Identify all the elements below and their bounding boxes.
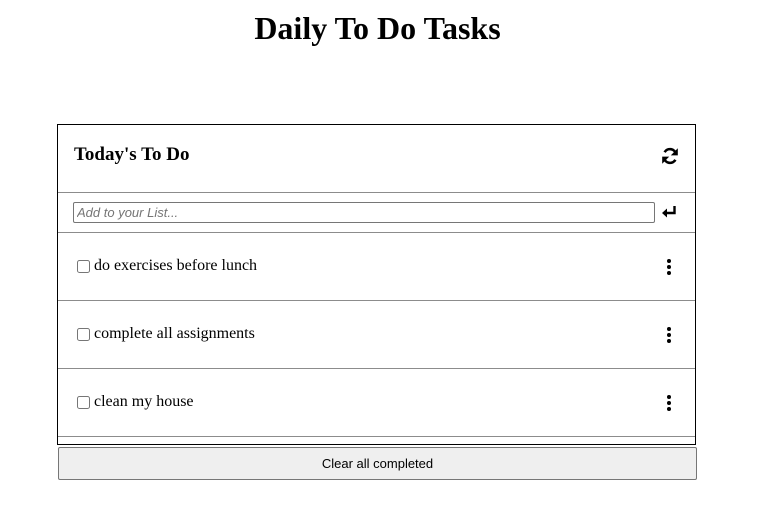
add-task-input[interactable]: [73, 202, 655, 223]
task-item: do exercises before lunch: [58, 233, 695, 301]
vertical-ellipsis-icon[interactable]: [663, 325, 675, 345]
add-task-row: [58, 193, 695, 233]
task-item: clean my house: [58, 369, 695, 437]
task-label: clean my house: [94, 393, 194, 410]
enter-arrow-icon[interactable]: [661, 204, 677, 220]
clear-completed-button[interactable]: Clear all completed: [58, 447, 697, 480]
card-header: Today's To Do: [58, 125, 695, 193]
todo-card: Today's To Do do exercises before lunch …: [57, 124, 696, 445]
task-checkbox[interactable]: [77, 328, 90, 341]
task-label: complete all assignments: [94, 325, 255, 342]
task-item: complete all assignments: [58, 301, 695, 369]
card-title: Today's To Do: [74, 144, 190, 165]
vertical-ellipsis-icon[interactable]: [663, 393, 675, 413]
page-title: Daily To Do Tasks: [254, 10, 501, 46]
task-label: do exercises before lunch: [94, 257, 258, 274]
task-checkbox[interactable]: [77, 396, 90, 409]
task-checkbox[interactable]: [77, 260, 90, 273]
vertical-ellipsis-icon[interactable]: [663, 257, 675, 277]
refresh-icon[interactable]: [660, 146, 680, 166]
